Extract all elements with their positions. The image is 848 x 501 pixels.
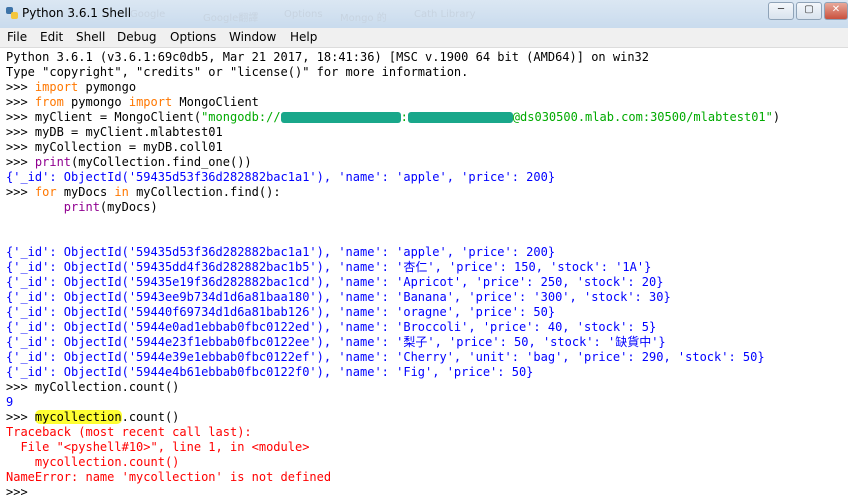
- menu-bar: File Edit Shell Debug Options Window Hel…: [0, 28, 848, 48]
- output-line: 9: [6, 395, 14, 409]
- background-tab-ghost: Mongo 的: [340, 13, 387, 24]
- minimize-icon: ─: [777, 4, 785, 15]
- string-literal: @ds030500.mlab.com:30500/mlabtest01": [512, 110, 773, 124]
- menu-shell[interactable]: Shell: [76, 30, 105, 44]
- title-bar[interactable]: Python 3.6.1 Shell Google Google翻譯 Optio…: [0, 0, 848, 29]
- shell-text-area[interactable]: Python 3.6.1 (v3.6.1:69c0db5, Mar 21 201…: [0, 48, 848, 501]
- code-text: .count(): [121, 410, 180, 424]
- keyword: import: [128, 95, 173, 109]
- input-line: >>> myCollection.count(): [6, 380, 179, 395]
- string-literal: "mongodb://: [201, 110, 281, 124]
- python-icon: [6, 7, 18, 19]
- prompt: >>>: [6, 155, 35, 169]
- code-text: (myCollection.find_one()): [71, 155, 252, 169]
- input-line: >>> myDB = myClient.mlabtest01: [6, 125, 223, 140]
- prompt: >>>: [6, 125, 35, 139]
- code-text: ): [772, 110, 781, 124]
- background-tab-ghost: Google翻譯: [203, 13, 259, 24]
- redaction-mark: [407, 112, 513, 123]
- error-line: NameError: name 'mycollection' is not de…: [6, 470, 332, 484]
- output-line: {'_id': ObjectId('59435d53f36d282882bac1…: [6, 245, 556, 259]
- current-prompt-line[interactable]: >>>: [6, 485, 35, 500]
- output-line: {'_id': ObjectId('5944e0ad1ebbab0fbc0122…: [6, 320, 657, 334]
- error-line: mycollection.count(): [6, 455, 180, 469]
- code-text: myClient = MongoClient(: [34, 110, 202, 124]
- highlighted-variable: mycollection: [34, 410, 122, 424]
- redaction-mark: [280, 112, 401, 123]
- code-text: myCollection.find():: [128, 185, 281, 199]
- code-text: (myDocs): [99, 200, 158, 214]
- background-tab-ghost: Cath Library: [414, 9, 476, 20]
- output-line: {'_id': ObjectId('5944e4b61ebbab0fbc0122…: [6, 365, 534, 379]
- input-line: >>> for myDocs in myCollection.find():: [6, 185, 281, 200]
- prompt: >>>: [6, 185, 35, 199]
- menu-help[interactable]: Help: [290, 30, 317, 44]
- menu-file[interactable]: File: [7, 30, 27, 44]
- code-text: myCollection = myDB.coll01: [34, 140, 223, 154]
- prompt: >>>: [6, 410, 35, 424]
- code-text: pymongo: [78, 80, 137, 94]
- string-literal: :: [400, 110, 408, 124]
- keyword: in: [114, 185, 129, 199]
- output-line: {'_id': ObjectId('59440f69734d1d6a81bab1…: [6, 305, 556, 319]
- background-tab-ghost: Options: [284, 9, 323, 20]
- input-line: print(myDocs): [6, 200, 158, 215]
- prompt: >>>: [6, 110, 35, 124]
- banner-line: Python 3.6.1 (v3.6.1:69c0db5, Mar 21 201…: [6, 50, 649, 64]
- code-text: myDB = myClient.mlabtest01: [34, 125, 223, 139]
- maximize-icon: ▢: [804, 4, 814, 15]
- close-button[interactable]: ✕: [824, 2, 848, 20]
- prompt: >>>: [6, 485, 35, 499]
- input-line: >>> import pymongo: [6, 80, 136, 95]
- input-line: >>> myClient = MongoClient("mongodb://: @…: [6, 110, 780, 125]
- output-line: {'_id': ObjectId('59435d53f36d282882bac1…: [6, 170, 556, 184]
- keyword: from: [34, 95, 64, 109]
- background-tab-ghost: Google: [130, 9, 166, 20]
- prompt: >>>: [6, 95, 35, 109]
- input-line: >>> print(myCollection.find_one()): [6, 155, 252, 170]
- builtin: print: [63, 200, 100, 214]
- builtin: print: [34, 155, 72, 169]
- maximize-button[interactable]: ▢: [796, 2, 822, 20]
- output-line: {'_id': ObjectId('5943ee9b734d1d6a81baa1…: [6, 290, 671, 304]
- menu-window[interactable]: Window: [229, 30, 276, 44]
- minimize-button[interactable]: ─: [768, 2, 794, 20]
- input-line: >>> mycollection.count(): [6, 410, 179, 425]
- output-line: {'_id': ObjectId('5944e39e1ebbab0fbc0122…: [6, 350, 765, 364]
- keyword: import: [34, 80, 79, 94]
- window-title: Python 3.6.1 Shell: [22, 6, 132, 20]
- error-line: File "<pyshell#10>", line 1, in <module>: [6, 440, 310, 454]
- output-line: {'_id': ObjectId('5944e23f1ebbab0fbc0122…: [6, 335, 666, 349]
- idle-shell-window: Python 3.6.1 Shell Google Google翻譯 Optio…: [0, 0, 848, 501]
- code-text: pymongo: [63, 95, 129, 109]
- banner-line: Type "copyright", "credits" or "license(…: [6, 65, 469, 79]
- output-line: {'_id': ObjectId('59435dd4f36d282882bac1…: [6, 260, 652, 274]
- prompt: >>>: [6, 140, 35, 154]
- code-text: myCollection.count(): [34, 380, 180, 394]
- menu-edit[interactable]: Edit: [40, 30, 63, 44]
- prompt: >>>: [6, 380, 35, 394]
- keyword: for: [34, 185, 57, 199]
- error-line: Traceback (most recent call last):: [6, 425, 252, 439]
- code-text: myDocs: [56, 185, 115, 199]
- input-line: >>> from pymongo import MongoClient: [6, 95, 259, 110]
- input-line: >>> myCollection = myDB.coll01: [6, 140, 223, 155]
- menu-options[interactable]: Options: [170, 30, 216, 44]
- close-icon: ✕: [831, 4, 841, 15]
- prompt: >>>: [6, 80, 35, 94]
- menu-debug[interactable]: Debug: [117, 30, 156, 44]
- output-line: {'_id': ObjectId('59435e19f36d282882bac1…: [6, 275, 664, 289]
- code-text: MongoClient: [172, 95, 259, 109]
